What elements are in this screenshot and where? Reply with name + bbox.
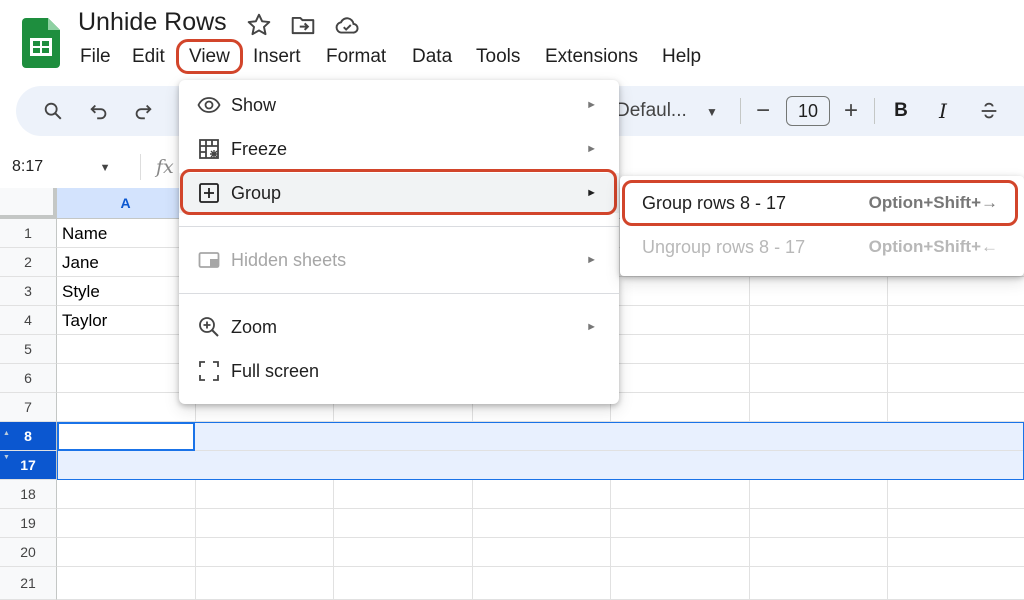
sheets-app: Unhide Rows File Edit View Insert Format…: [0, 0, 1024, 600]
row-header-3[interactable]: 3: [0, 277, 57, 306]
menu-item-show-label: Show: [231, 95, 277, 115]
cloud-saved-icon[interactable]: [334, 12, 360, 38]
collapse-arrow-icon[interactable]: ▲: [3, 430, 10, 437]
cell-a2[interactable]: Jane: [62, 253, 99, 273]
menu-tools[interactable]: Tools: [468, 42, 528, 72]
menu-item-zoom-label: Zoom: [231, 317, 278, 337]
menu-insert[interactable]: Insert: [245, 42, 309, 72]
menu-item-group-rows[interactable]: Group rows 8 - 17 Option+Shift+→: [620, 181, 1024, 225]
ungroup-rows-label: Ungroup rows 8 - 17: [642, 237, 806, 257]
menu-extensions[interactable]: Extensions: [537, 42, 646, 72]
row-header-2[interactable]: 2: [0, 248, 57, 277]
menu-divider: [179, 293, 619, 294]
menu-item-group[interactable]: Group ►: [179, 173, 619, 213]
menu-item-full-screen[interactable]: Full screen: [179, 351, 619, 391]
strikethrough-icon[interactable]: [974, 86, 1004, 136]
fx-icon: fx: [156, 156, 174, 178]
menu-edit[interactable]: Edit: [124, 42, 173, 72]
menu-item-hidden-sheets-label: Hidden sheets: [231, 250, 347, 270]
menu-data[interactable]: Data: [404, 42, 460, 72]
select-all-corner[interactable]: [0, 188, 57, 219]
table-row-selected: [57, 451, 1024, 480]
row-header-17-label: 17: [20, 457, 36, 473]
decrease-font-size-button[interactable]: −: [750, 86, 776, 136]
name-box[interactable]: 8:17 ▼: [12, 158, 110, 176]
font-size-input[interactable]: 10: [786, 96, 830, 126]
font-family-select[interactable]: Defaul... ▼: [616, 86, 718, 136]
row-header-8[interactable]: ▲ 8: [0, 422, 57, 451]
menu-item-zoom[interactable]: Zoom ►: [179, 307, 619, 347]
bold-button[interactable]: B: [888, 86, 914, 136]
submenu-arrow-icon: ►: [586, 187, 597, 199]
search-icon[interactable]: [38, 86, 68, 136]
row-header-6[interactable]: 6: [0, 364, 57, 393]
undo-icon[interactable]: [84, 86, 114, 136]
ungroup-rows-shortcut: Option+Shift+←: [868, 237, 998, 256]
row-header-1[interactable]: 1: [0, 219, 57, 248]
group-submenu: Group rows 8 - 17 Option+Shift+→ Ungroup…: [620, 176, 1024, 276]
row-header-21[interactable]: 21: [0, 567, 57, 600]
chevron-down-icon: ▼: [99, 162, 111, 174]
name-box-value: 8:17: [12, 158, 44, 175]
menu-view[interactable]: View: [181, 42, 238, 72]
submenu-arrow-icon: ►: [586, 254, 597, 266]
chevron-down-icon: ▼: [706, 105, 718, 119]
active-cell-a8[interactable]: [57, 422, 195, 451]
table-row-selected: [57, 422, 1024, 451]
menu-divider: [179, 226, 619, 227]
redo-icon[interactable]: [128, 86, 158, 136]
increase-font-size-button[interactable]: +: [838, 86, 864, 136]
menu-item-full-screen-label: Full screen: [231, 361, 320, 381]
eye-icon: [197, 93, 221, 117]
table-row: [57, 509, 1024, 538]
plus-box-icon: [197, 181, 221, 205]
row-header-8-label: 8: [24, 428, 32, 444]
view-menu-dropdown: Show ► Freeze ► Group ► Hidden sheets ►: [179, 80, 619, 404]
toolbar-divider: [874, 98, 875, 124]
menu-file[interactable]: File: [72, 42, 119, 72]
toolbar-divider: [740, 98, 741, 124]
document-title[interactable]: Unhide Rows: [78, 8, 227, 37]
row-header-18[interactable]: 18: [0, 480, 57, 509]
row-header-4[interactable]: 4: [0, 306, 57, 335]
submenu-arrow-icon: ►: [586, 99, 597, 111]
row-header-17[interactable]: ▼ 17: [0, 451, 57, 480]
menu-item-freeze[interactable]: Freeze ►: [179, 129, 619, 169]
submenu-arrow-icon: ►: [586, 143, 597, 155]
cell-a1[interactable]: Name: [62, 224, 107, 244]
menu-item-show[interactable]: Show ►: [179, 85, 619, 125]
italic-button[interactable]: I: [930, 86, 956, 136]
hidden-sheet-icon: [197, 248, 221, 272]
table-row: [57, 538, 1024, 567]
table-row: [57, 480, 1024, 509]
star-icon[interactable]: [246, 12, 272, 38]
font-family-value: Defaul...: [616, 100, 687, 121]
zoom-in-icon: [197, 315, 221, 339]
menu-item-hidden-sheets: Hidden sheets ►: [179, 240, 619, 280]
row-header-20[interactable]: 20: [0, 538, 57, 567]
cell-a4[interactable]: Taylor: [62, 311, 107, 331]
group-rows-shortcut: Option+Shift+→: [868, 193, 998, 212]
menu-item-group-label: Group: [231, 183, 282, 203]
fullscreen-icon: [197, 359, 221, 383]
menu-format[interactable]: Format: [318, 42, 394, 72]
group-rows-label: Group rows 8 - 17: [642, 193, 787, 213]
sheets-logo-icon[interactable]: [22, 18, 60, 68]
menu-help[interactable]: Help: [654, 42, 709, 72]
row-header-19[interactable]: 19: [0, 509, 57, 538]
menu-item-ungroup-rows: Ungroup rows 8 - 17 Option+Shift+←: [620, 225, 1024, 269]
expand-arrow-icon[interactable]: ▼: [3, 454, 10, 461]
cell-a3[interactable]: Style: [62, 282, 100, 302]
menu-item-freeze-label: Freeze: [231, 139, 288, 159]
table-row: [57, 567, 1024, 600]
freeze-grid-icon: [197, 137, 221, 161]
column-header-a[interactable]: A: [57, 188, 195, 219]
formula-divider: [140, 154, 141, 180]
move-folder-icon[interactable]: [290, 12, 316, 38]
row-header-5[interactable]: 5: [0, 335, 57, 364]
submenu-arrow-icon: ►: [586, 321, 597, 333]
row-header-7[interactable]: 7: [0, 393, 57, 422]
